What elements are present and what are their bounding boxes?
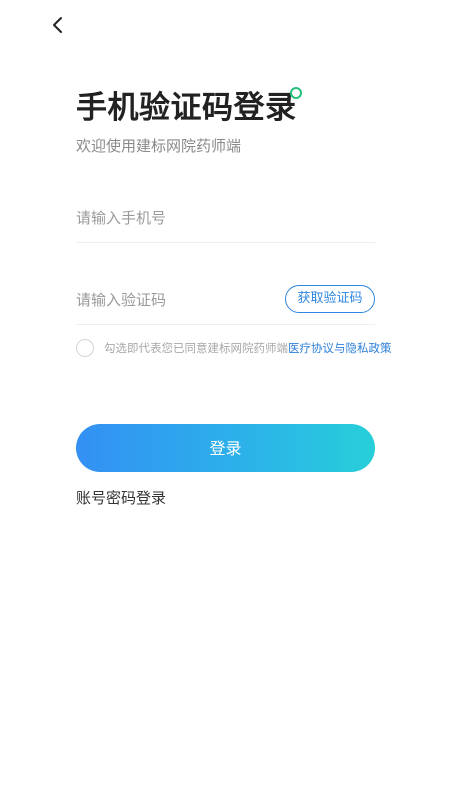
agreement-prefix: 勾选即代表您已同意建标网院药师端 [104,341,288,355]
login-button[interactable]: 登录 [76,424,375,472]
page-title: 手机验证码登录 [76,90,297,126]
page-subtitle: 欢迎使用建标网院药师端 [76,137,242,155]
phone-input[interactable] [76,196,276,240]
phone-field [76,196,375,243]
agreement-text: 勾选即代表您已同意建标网院药师端医疗协议与隐私政策 [104,339,392,357]
title-dot-icon [290,87,302,99]
verification-code-input[interactable] [76,278,276,322]
agreement-row: 勾选即代表您已同意建标网院药师端医疗协议与隐私政策 [76,338,406,358]
chevron-left-icon [53,17,62,33]
code-field: 获取验证码 [76,278,375,325]
agreement-checkbox[interactable] [76,339,94,357]
back-button[interactable] [46,12,72,38]
password-login-link[interactable]: 账号密码登录 [76,488,166,508]
agreement-policy-link[interactable]: 医疗协议与隐私政策 [288,341,392,355]
login-screen: 手机验证码登录 欢迎使用建标网院药师端 获取验证码 勾选即代表您已同意建标网院药… [0,0,450,800]
get-code-button[interactable]: 获取验证码 [285,285,375,313]
